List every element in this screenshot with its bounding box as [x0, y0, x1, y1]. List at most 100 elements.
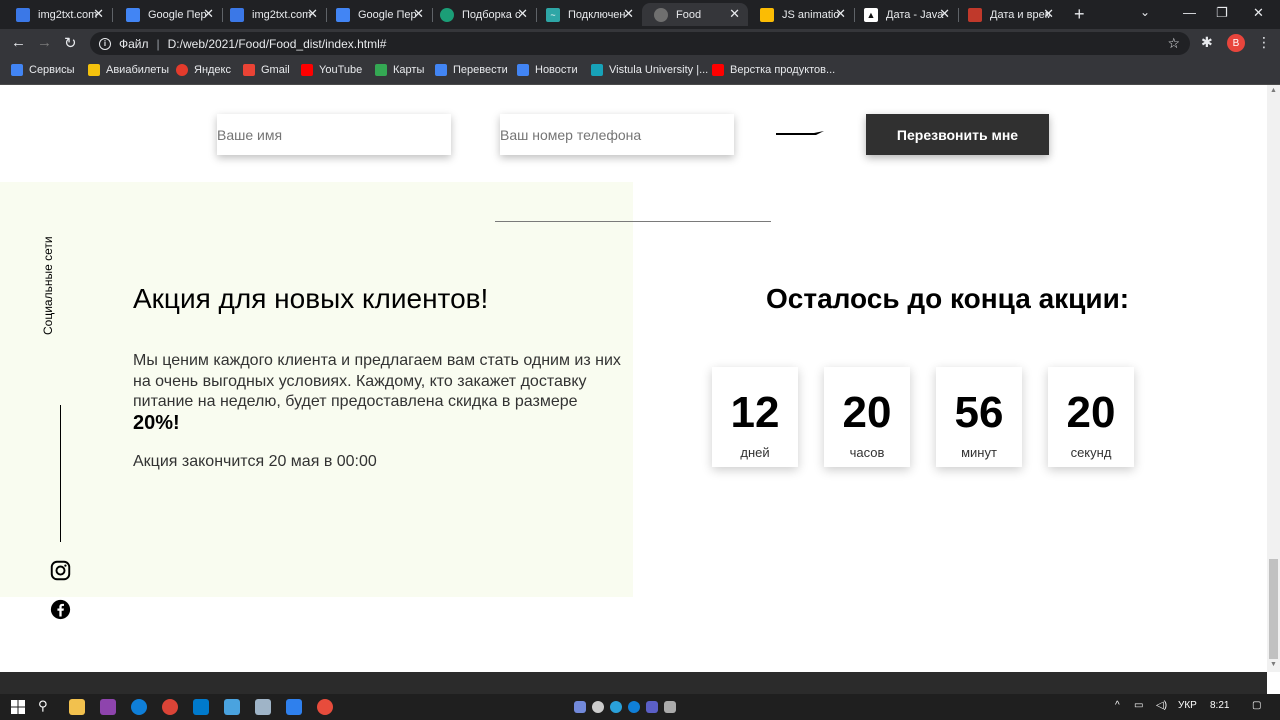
minimize-icon[interactable]: — [1183, 5, 1196, 20]
close-icon[interactable]: ✕ [307, 6, 318, 22]
clock[interactable]: 8:21 [1210, 700, 1229, 711]
taskbar: ⚲ ^ ▭ ◁) УКР 8:21 ▢ [0, 694, 1280, 720]
tab-5[interactable]: ~ Подключен ✕ [534, 3, 642, 26]
promo-text: Мы ценим каждого клиента и предлагаем ва… [133, 352, 621, 434]
youtube-icon [301, 64, 313, 76]
profile-avatar[interactable]: B [1227, 34, 1245, 52]
tray-icon[interactable] [664, 701, 676, 713]
telegram-icon[interactable] [610, 701, 622, 713]
callback-button[interactable]: Перезвонить мне [866, 114, 1049, 155]
document-icon[interactable] [255, 699, 271, 715]
tab-0[interactable]: img2txt.com ✕ [4, 3, 112, 26]
tab-7[interactable]: JS animatio ✕ [748, 3, 854, 26]
close-icon[interactable]: ✕ [729, 6, 740, 22]
vscode-icon[interactable] [193, 699, 209, 715]
drive-icon [760, 7, 774, 22]
close-icon[interactable]: ✕ [93, 6, 104, 22]
info-icon[interactable]: i [99, 37, 111, 50]
edge-icon[interactable] [131, 699, 147, 715]
window-close-icon[interactable]: ✕ [1253, 5, 1264, 21]
tab-3[interactable]: Google Пер ✕ [324, 3, 432, 26]
tab-search-icon[interactable]: ⌄ [1140, 5, 1150, 19]
discord-icon[interactable] [574, 701, 586, 713]
back-icon[interactable]: ← [11, 34, 26, 51]
scrollbar-thumb[interactable] [1269, 559, 1278, 659]
plane-icon [88, 64, 100, 76]
tab-8[interactable]: ▲ Дата - Java ✕ [852, 3, 958, 26]
close-icon[interactable]: ✕ [623, 6, 634, 22]
close-icon[interactable]: ✕ [517, 6, 528, 22]
bookmark-flights[interactable]: Авиабилеты [88, 64, 169, 76]
scroll-up-icon[interactable]: ▲ [1270, 87, 1277, 94]
close-icon[interactable]: ✕ [203, 6, 214, 22]
volume-icon[interactable]: ◁) [1156, 700, 1167, 711]
windows-start-icon[interactable] [10, 699, 26, 715]
doc-icon [230, 7, 244, 22]
translate-icon [126, 7, 140, 22]
instagram-icon[interactable] [50, 560, 71, 581]
close-icon[interactable]: ✕ [939, 6, 950, 22]
network-icon[interactable]: ▭ [1134, 700, 1143, 711]
apps-icon [11, 64, 23, 76]
social-divider [60, 405, 61, 542]
tab-4[interactable]: Подборка с ✕ [428, 3, 536, 26]
close-icon[interactable]: ✕ [413, 6, 424, 22]
bookmark-layout[interactable]: Верстка продуктов... [712, 64, 835, 76]
maximize-icon[interactable]: ❐ [1216, 5, 1228, 21]
divider [495, 221, 771, 222]
discount-value: 20%! [133, 411, 180, 434]
toolbar: ← → ↻ i Файл | D:/web/2021/Food/Food_dis… [0, 29, 1280, 58]
timer-hours: 20 часов [824, 367, 910, 467]
store-icon[interactable] [286, 699, 302, 715]
visual-studio-icon[interactable] [100, 699, 116, 715]
bookmark-translate[interactable]: Перевести [435, 64, 508, 76]
translate-icon [336, 7, 350, 22]
close-icon[interactable]: ✕ [1043, 6, 1054, 22]
yandex-icon [176, 64, 188, 76]
gmail-icon [243, 64, 255, 76]
search-icon[interactable]: ⚲ [38, 698, 48, 714]
forward-icon[interactable]: → [37, 34, 52, 51]
url-text: D:/web/2021/Food/Food_dist/index.html# [167, 36, 387, 51]
language-indicator[interactable]: УКР [1178, 700, 1197, 711]
scroll-down-icon[interactable]: ▼ [1270, 661, 1277, 668]
address-bar[interactable]: i Файл | D:/web/2021/Food/Food_dist/inde… [90, 32, 1190, 55]
globe-icon [654, 7, 668, 22]
tab-6-active[interactable]: Food ✕ [642, 3, 748, 26]
menu-icon[interactable]: ⋮ [1257, 34, 1271, 51]
extensions-icon[interactable]: ✱ [1201, 34, 1213, 51]
chevron-up-icon[interactable]: ^ [1115, 700, 1120, 711]
timer-minutes: 56 минут [936, 367, 1022, 467]
tab-strip: img2txt.com ✕ Google Пер ✕ img2txt.com ✕ Go… [0, 0, 1280, 29]
edge-tray-icon[interactable] [628, 701, 640, 713]
bookmark-maps[interactable]: Карты [375, 64, 424, 76]
bookmark-vistula[interactable]: Vistula University |... [591, 64, 708, 76]
notifications-icon[interactable]: ▢ [1252, 700, 1261, 711]
tab-2[interactable]: img2txt.com ✕ [218, 3, 326, 26]
reload-icon[interactable]: ↻ [64, 34, 77, 52]
bookmark-gmail[interactable]: Gmail [243, 64, 290, 76]
page-footer [0, 672, 1267, 694]
bookmark-youtube[interactable]: YouTube [301, 64, 362, 76]
tray-icon[interactable] [592, 701, 604, 713]
facebook-icon[interactable] [50, 599, 71, 620]
page-content: Перезвонить мне Социальные сети Акция дл… [0, 85, 1267, 672]
bookmark-services[interactable]: Сервисы [11, 64, 75, 76]
chrome-icon[interactable] [162, 699, 178, 715]
promo-end-date: Акция закончится 20 мая в 00:00 [133, 453, 377, 470]
notepad-icon[interactable] [224, 699, 240, 715]
bookmark-star-icon[interactable]: ☆ [1167, 35, 1180, 52]
close-icon[interactable]: ✕ [835, 6, 846, 22]
teams-icon[interactable] [646, 701, 658, 713]
tab-1[interactable]: Google Пер ✕ [114, 3, 222, 26]
new-tab-icon[interactable]: + [1074, 4, 1085, 25]
vistula-icon [591, 64, 603, 76]
name-input[interactable] [217, 114, 451, 155]
bookmark-yandex[interactable]: Яндекс [176, 64, 231, 76]
app-icon[interactable] [317, 699, 333, 715]
page-scrollbar[interactable]: ▲ ▼ [1267, 85, 1280, 672]
file-explorer-icon[interactable] [69, 699, 85, 715]
phone-input[interactable] [500, 114, 734, 155]
bookmark-news[interactable]: Новости [517, 64, 578, 76]
tab-9[interactable]: Дата и врем ✕ [956, 3, 1062, 26]
